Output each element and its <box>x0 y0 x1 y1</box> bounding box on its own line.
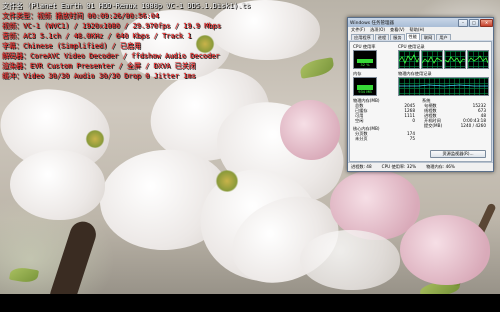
stat-value: 0 <box>412 118 415 123</box>
leaf <box>8 265 40 285</box>
tab-networking[interactable]: 联网 <box>420 34 436 40</box>
blossom-center <box>215 170 239 192</box>
memory-history-graph <box>398 77 489 96</box>
tab-processes[interactable]: 进程 <box>374 34 390 40</box>
cpu-history-graph-core2 <box>421 50 443 69</box>
close-button[interactable]: ✕ <box>480 18 493 27</box>
blossom-petal-pink <box>280 100 340 160</box>
blossom-petal <box>300 230 400 290</box>
stat-key: 提交(MB) <box>424 123 443 128</box>
cpu-usage-value: 32 % <box>360 63 370 67</box>
cpu-usage-meter: 32 % <box>353 50 377 69</box>
menu-file[interactable]: 文件(F) <box>351 27 365 33</box>
stat-row: 空闲 0 <box>355 118 415 124</box>
osd-info-line: 视频：VC-1 (WVC1) / 1920x1080 / 29.970fps /… <box>2 22 222 30</box>
osd-info-line: 渲染器：EVR Custom Presenter / 全屏 / DXVA 已关闭 <box>2 62 196 70</box>
stat-key: 空闲 <box>355 118 364 123</box>
stat-row: 未分页 75 <box>355 136 415 142</box>
memory-value: 934 MB <box>358 90 372 94</box>
stat-value: 1240 / 4260 <box>460 123 486 128</box>
status-bar: 进程数: 48 CPU 使用率: 32% 物理内存: 46% <box>348 162 493 171</box>
tab-applications[interactable]: 应用程序 <box>351 34 374 40</box>
osd-info-line: 解码器：CoreAVC Video Decoder / ffdshow Audi… <box>2 52 220 60</box>
osd-info-line: 缓冲：Video 30/30 Audio 30/30 Drop 0 Jitter… <box>2 72 196 80</box>
osd-file-title: 文件名 (Planet Earth 01 HDD-Remux 1080p VC-… <box>2 2 251 10</box>
blossom-center <box>85 130 105 148</box>
status-cpu: CPU 使用率: 32% <box>381 164 417 169</box>
osd-info-line: 文件类型：视频 播放时间 00:09:26/00:56:04 <box>2 12 160 20</box>
blossom-center <box>195 35 215 53</box>
minimize-button[interactable]: – <box>458 18 468 27</box>
menu-view[interactable]: 查看(V) <box>390 27 405 33</box>
blossom-petal-pink <box>400 215 490 285</box>
resource-monitor-button[interactable]: 资源监视器(R)... <box>430 150 486 158</box>
performance-panel: CPU 使用率 32 % CPU 使用记录 内存 934 MB 物理内存使用记录… <box>349 41 492 162</box>
cpu-history-graph-core1 <box>398 50 420 69</box>
stat-key: 未分页 <box>355 136 368 141</box>
tab-strip: 应用程序 进程 服务 性能 联网 用户 <box>348 33 493 40</box>
menu-options[interactable]: 选项(O) <box>370 27 385 33</box>
task-manager-window[interactable]: Windows 任务管理器 – □ ✕ 文件(F) 选项(O) 查看(V) 帮助… <box>347 17 494 172</box>
cpu-history-graph-core3 <box>444 50 466 69</box>
stat-row: 提交(MB) 1240 / 4260 <box>424 123 486 129</box>
letterbox-bar <box>0 294 500 312</box>
status-memory: 物理内存: 46% <box>426 164 455 169</box>
osd-info-line: 字幕：Chinese (Simplified) / 已启用 <box>2 42 141 50</box>
cpu-history-graph-core4 <box>467 50 489 69</box>
blossom-petal <box>10 150 105 220</box>
stat-value: 75 <box>409 136 415 141</box>
tab-performance[interactable]: 性能 <box>405 33 420 40</box>
maximize-button[interactable]: □ <box>469 18 479 27</box>
title-bar[interactable]: Windows 任务管理器 – □ ✕ <box>348 18 493 27</box>
tab-services[interactable]: 服务 <box>390 34 405 40</box>
leaf <box>298 57 336 79</box>
tab-users[interactable]: 用户 <box>436 34 451 40</box>
osd-info-line: 音频：AC3 5.1ch / 48.0KHz / 640 Kbps / Trac… <box>2 32 192 40</box>
status-processes: 进程数: 48 <box>351 164 372 169</box>
window-title: Windows 任务管理器 <box>350 20 395 26</box>
memory-meter: 934 MB <box>353 77 377 96</box>
